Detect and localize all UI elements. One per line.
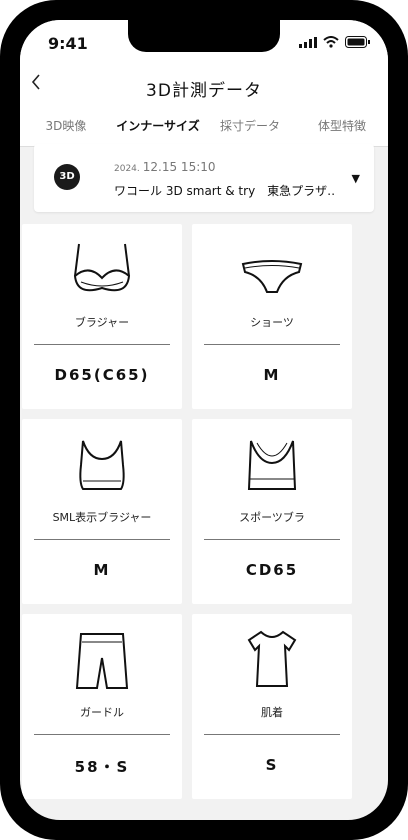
shorts-icon bbox=[241, 260, 303, 293]
card-size: 58・S bbox=[74, 758, 130, 776]
divider bbox=[34, 734, 170, 735]
phone-frame: 9:41 3D計測データ 3D映像 インナーサイズ 採寸データ 体型特徴 3D … bbox=[0, 0, 408, 840]
sports-bra-icon bbox=[247, 440, 297, 490]
divider bbox=[34, 539, 170, 540]
page-title: 3D計測データ bbox=[146, 81, 262, 101]
tab-bar: 3D映像 インナーサイズ 採寸データ 体型特徴 bbox=[20, 112, 388, 147]
card-size: M bbox=[93, 561, 111, 579]
store-name: ワコール 3D smart & try 東急プラザ… bbox=[114, 184, 334, 198]
notch bbox=[128, 20, 280, 52]
card-size: D65(C65) bbox=[54, 366, 150, 384]
status-time: 9:41 bbox=[48, 34, 88, 53]
signal-icon bbox=[299, 36, 317, 48]
session-year: 2024. bbox=[114, 164, 140, 174]
undershirt-icon bbox=[247, 630, 297, 687]
size-card-grid: ブラジャー D65(C65) ショーツ M SML表示ブラジャー M スポーツブ… bbox=[22, 224, 354, 799]
size-card-sports-bra[interactable]: スポーツブラ CD65 bbox=[192, 419, 352, 604]
size-card-bralette[interactable]: SML表示ブラジャー M bbox=[22, 419, 182, 604]
battery-icon bbox=[345, 36, 370, 48]
screen: 9:41 3D計測データ 3D映像 インナーサイズ 採寸データ 体型特徴 3D … bbox=[20, 20, 388, 820]
nav-bar: 3D計測データ bbox=[20, 64, 388, 112]
session-date: 2024. 12.15 15:10 bbox=[114, 160, 216, 174]
size-card-shorts[interactable]: ショーツ M bbox=[192, 224, 352, 409]
bralette-icon bbox=[79, 440, 125, 490]
tab-3d-video[interactable]: 3D映像 bbox=[20, 112, 112, 146]
3d-badge-icon: 3D bbox=[54, 164, 80, 190]
size-card-bra[interactable]: ブラジャー D65(C65) bbox=[22, 224, 182, 409]
divider bbox=[204, 734, 340, 735]
dropdown-caret-icon[interactable]: ▼ bbox=[352, 172, 360, 185]
wifi-icon bbox=[323, 36, 339, 48]
card-label: スポーツブラ bbox=[239, 511, 305, 524]
tab-measurement-data[interactable]: 採寸データ bbox=[204, 112, 296, 146]
card-label: SML表示ブラジャー bbox=[52, 511, 152, 524]
bra-icon bbox=[73, 243, 131, 292]
divider bbox=[34, 344, 170, 345]
card-label: ショーツ bbox=[250, 316, 294, 329]
card-label: ブラジャー bbox=[74, 316, 130, 329]
tab-inner-size[interactable]: インナーサイズ bbox=[112, 112, 204, 147]
girdle-icon bbox=[75, 633, 129, 689]
session-datetime: 12.15 15:10 bbox=[142, 160, 216, 174]
card-size: M bbox=[263, 366, 281, 384]
card-size: CD65 bbox=[245, 561, 299, 579]
size-card-undershirt[interactable]: 肌着 S bbox=[192, 614, 352, 799]
tab-body-features[interactable]: 体型特徴 bbox=[296, 112, 388, 146]
card-label: 肌着 bbox=[261, 706, 283, 719]
card-size: S bbox=[265, 756, 279, 774]
status-icons bbox=[299, 36, 370, 48]
divider bbox=[204, 539, 340, 540]
card-label: ガードル bbox=[80, 706, 124, 719]
size-card-girdle[interactable]: ガードル 58・S bbox=[22, 614, 182, 799]
measurement-session-selector[interactable]: 3D 2024. 12.15 15:10 ワコール 3D smart & try … bbox=[34, 144, 374, 212]
divider bbox=[204, 344, 340, 345]
